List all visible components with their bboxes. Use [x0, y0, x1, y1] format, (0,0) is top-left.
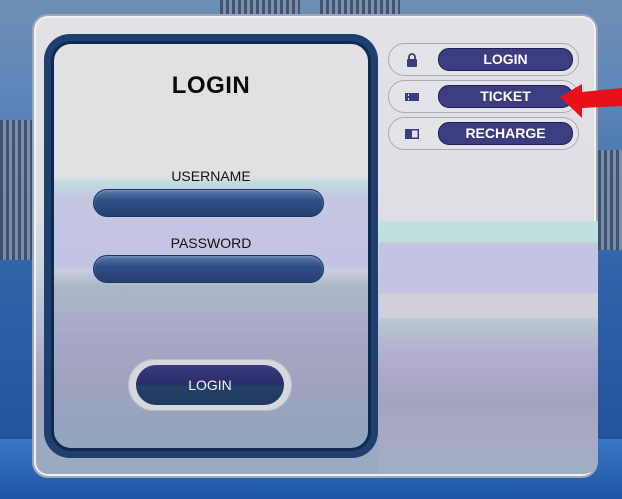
card-icon	[405, 129, 419, 139]
lock-icon	[407, 53, 417, 67]
password-input[interactable]	[93, 255, 324, 283]
username-input[interactable]	[93, 189, 324, 217]
login-card-inner: LOGIN USERNAME PASSWORD LOGIN	[51, 41, 371, 451]
login-submit-button[interactable]: LOGIN	[136, 365, 284, 405]
login-card: LOGIN USERNAME PASSWORD LOGIN	[44, 34, 378, 458]
building	[598, 150, 622, 250]
nav-item-recharge[interactable]: RECHARGE	[388, 117, 579, 150]
red-arrow-annotation	[560, 84, 622, 118]
username-label: USERNAME	[171, 168, 251, 184]
panel-background-stripes	[379, 221, 598, 474]
building	[0, 120, 32, 260]
password-label: PASSWORD	[170, 235, 252, 251]
nav-item-label: LOGIN	[438, 48, 573, 71]
nav-item-label: RECHARGE	[438, 122, 573, 145]
nav-item-login[interactable]: LOGIN	[388, 43, 579, 76]
nav-item-label: TICKET	[438, 85, 573, 108]
login-button-frame: LOGIN	[128, 359, 292, 411]
login-title: LOGIN	[171, 72, 251, 99]
nav-item-ticket[interactable]: TICKET	[388, 80, 579, 113]
ticket-icon	[405, 93, 419, 101]
